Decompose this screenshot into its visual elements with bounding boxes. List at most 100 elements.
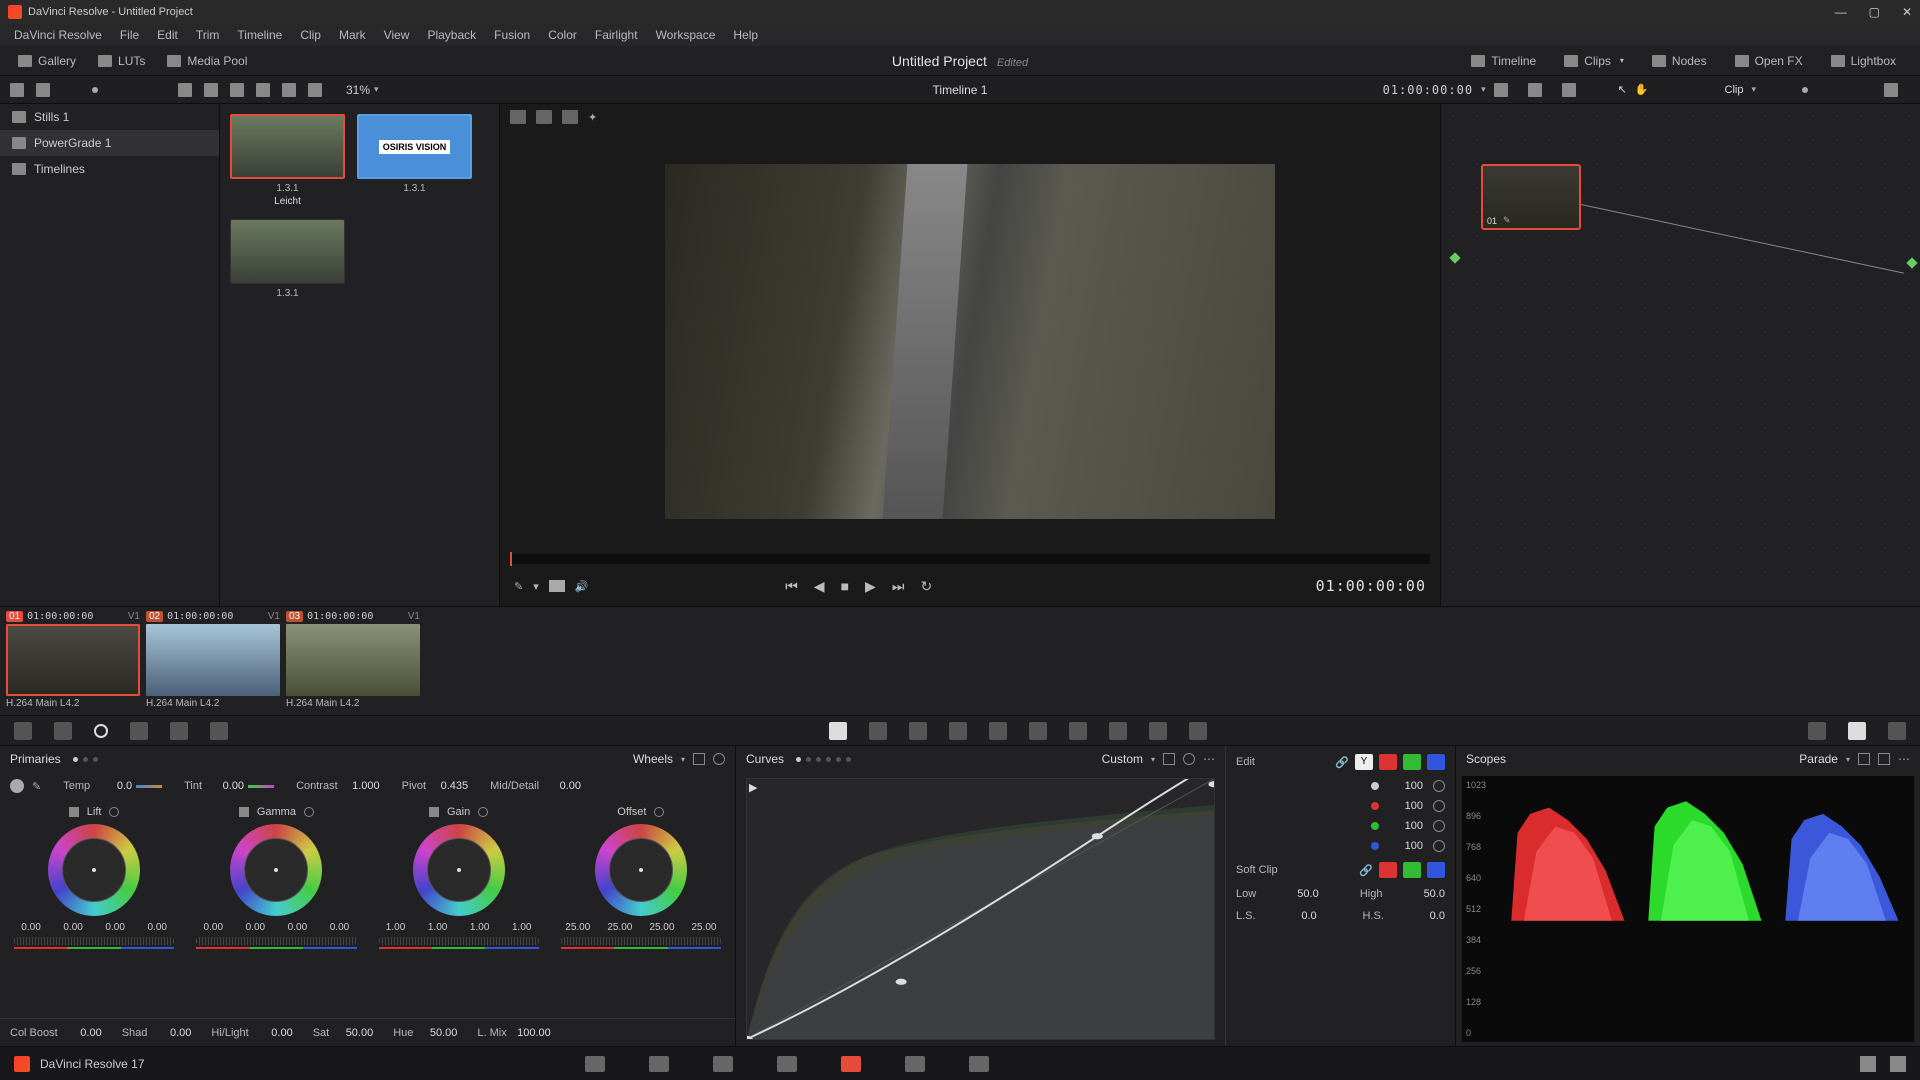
reset-icon[interactable] <box>1433 840 1445 852</box>
lightbox-button[interactable]: Lightbox <box>1823 51 1904 71</box>
y-channel-button[interactable]: Y <box>1355 754 1373 770</box>
menu-file[interactable]: File <box>112 26 147 44</box>
album-stills[interactable]: Stills 1 <box>0 104 219 130</box>
unmix-icon[interactable] <box>549 580 565 592</box>
mediapool-button[interactable]: Media Pool <box>159 51 255 71</box>
shad-value[interactable]: 0.00 <box>151 1027 191 1039</box>
node-01[interactable]: 01 ✎ <box>1481 164 1581 230</box>
blur-icon[interactable] <box>1069 722 1087 740</box>
qualifier-icon[interactable] <box>909 722 927 740</box>
hdr-icon[interactable] <box>130 722 148 740</box>
luts-button[interactable]: LUTs <box>90 51 153 71</box>
menu-davinci[interactable]: DaVinci Resolve <box>6 26 110 44</box>
auto-balance-icon[interactable] <box>10 779 24 793</box>
chevron-down-icon[interactable]: ▾ <box>533 580 539 593</box>
reset-icon[interactable] <box>478 807 488 817</box>
expand-icon[interactable] <box>1163 753 1175 765</box>
curve-handle-icon[interactable]: ▶ <box>749 781 757 794</box>
picker-icon[interactable] <box>429 807 439 817</box>
stills-save-icon[interactable] <box>36 83 50 97</box>
album-timelines[interactable]: Timelines <box>0 156 219 182</box>
expand-icon[interactable] <box>1858 753 1870 765</box>
menu-help[interactable]: Help <box>725 26 766 44</box>
sat-value[interactable]: 50.00 <box>333 1027 373 1039</box>
gain-jog[interactable] <box>379 937 539 945</box>
more-icon[interactable] <box>1562 83 1576 97</box>
color-page-button[interactable] <box>841 1056 861 1072</box>
chevron-down-icon[interactable]: ▾ <box>1846 755 1850 764</box>
minimize-button[interactable]: — <box>1835 5 1847 19</box>
eyedropper-icon[interactable]: ✎ <box>514 580 523 593</box>
edit-page-button[interactable] <box>713 1056 733 1072</box>
stop-button[interactable]: ■ <box>841 578 849 594</box>
contrast-value[interactable]: 1.000 <box>342 780 380 792</box>
timeline-button[interactable]: Timeline <box>1463 51 1544 71</box>
curves-icon[interactable] <box>829 722 847 740</box>
r-softclip-button[interactable] <box>1379 862 1397 878</box>
more-icon[interactable] <box>308 83 322 97</box>
page-dots[interactable] <box>796 757 851 762</box>
window-icon[interactable] <box>949 722 967 740</box>
clip-thumb[interactable]: 0301:00:00:00V1 H.264 Main L4.2 <box>286 611 420 711</box>
loop-button[interactable]: ↻ <box>920 578 932 595</box>
reset-icon[interactable] <box>304 807 314 817</box>
menu-fusion[interactable]: Fusion <box>486 26 538 44</box>
offset-jog[interactable] <box>561 937 721 945</box>
info-icon[interactable] <box>282 83 296 97</box>
nodes-button[interactable]: Nodes <box>1644 51 1715 71</box>
gain-wheel[interactable] <box>413 824 505 916</box>
keyframes-icon[interactable] <box>1808 722 1826 740</box>
reset-icon[interactable] <box>1433 820 1445 832</box>
picker-icon[interactable] <box>239 807 249 817</box>
node-input[interactable] <box>1449 252 1460 263</box>
loop-icon[interactable] <box>1494 83 1508 97</box>
fairlight-page-button[interactable] <box>905 1056 925 1072</box>
lift-wheel[interactable] <box>48 824 140 916</box>
still-label-editing[interactable]: Leicht <box>230 196 345 207</box>
color-warper-icon[interactable] <box>869 722 887 740</box>
project-settings-icon[interactable] <box>1890 1056 1906 1072</box>
clip-mode-label[interactable]: Clip <box>1725 84 1744 96</box>
split-screen-icon[interactable] <box>536 110 552 124</box>
page-dots[interactable] <box>73 757 98 762</box>
maximize-button[interactable]: ▢ <box>1869 5 1880 19</box>
menu-trim[interactable]: Trim <box>188 26 228 44</box>
close-button[interactable]: ✕ <box>1902 5 1912 19</box>
link-icon[interactable]: 🔗 <box>1359 864 1373 877</box>
image-wipe-icon[interactable] <box>510 110 526 124</box>
cut-page-button[interactable] <box>649 1056 669 1072</box>
mid-value[interactable]: 0.00 <box>543 780 581 792</box>
reset-icon[interactable] <box>1183 753 1195 765</box>
menu-clip[interactable]: Clip <box>292 26 329 44</box>
link-icon[interactable]: 🔗 <box>1335 756 1349 769</box>
hilight-value[interactable]: 0.00 <box>253 1027 293 1039</box>
menu-edit[interactable]: Edit <box>149 26 186 44</box>
prev-frame-button[interactable]: ◀ <box>814 578 825 595</box>
highlight-icon[interactable] <box>562 110 578 124</box>
search-icon[interactable] <box>256 83 270 97</box>
still-thumb[interactable]: 1.3.1 Leicht <box>230 114 345 207</box>
scopes-icon[interactable] <box>1848 722 1866 740</box>
home-icon[interactable] <box>1860 1056 1876 1072</box>
high-value[interactable]: 50.0 <box>1424 888 1445 900</box>
key-icon[interactable] <box>1109 722 1127 740</box>
hue-value[interactable]: 50.00 <box>417 1027 457 1039</box>
chevron-down-icon[interactable]: ▾ <box>1481 84 1486 95</box>
pointer-tool[interactable]: ↖ <box>1618 83 1627 96</box>
chevron-down-icon[interactable]: ▾ <box>1151 755 1155 764</box>
first-frame-button[interactable]: ⏮ <box>785 578 798 595</box>
more-icon[interactable] <box>1884 83 1898 97</box>
openfx-button[interactable]: Open FX <box>1727 51 1811 71</box>
picker-icon[interactable]: ✎ <box>32 780 41 793</box>
colboost-value[interactable]: 0.00 <box>62 1027 102 1039</box>
fusion-page-button[interactable] <box>777 1056 797 1072</box>
gallery-button[interactable]: Gallery <box>10 51 84 71</box>
picker-icon[interactable] <box>69 807 79 817</box>
expand-icon[interactable] <box>1528 83 1542 97</box>
viewer-timecode[interactable]: 01:00:00:00 <box>1383 83 1473 97</box>
low-value[interactable]: 50.0 <box>1297 888 1318 900</box>
viewer-scrubber[interactable] <box>510 554 1430 564</box>
menu-view[interactable]: View <box>376 26 418 44</box>
menu-workspace[interactable]: Workspace <box>648 26 724 44</box>
transport-timecode[interactable]: 01:00:00:00 <box>1316 577 1426 595</box>
